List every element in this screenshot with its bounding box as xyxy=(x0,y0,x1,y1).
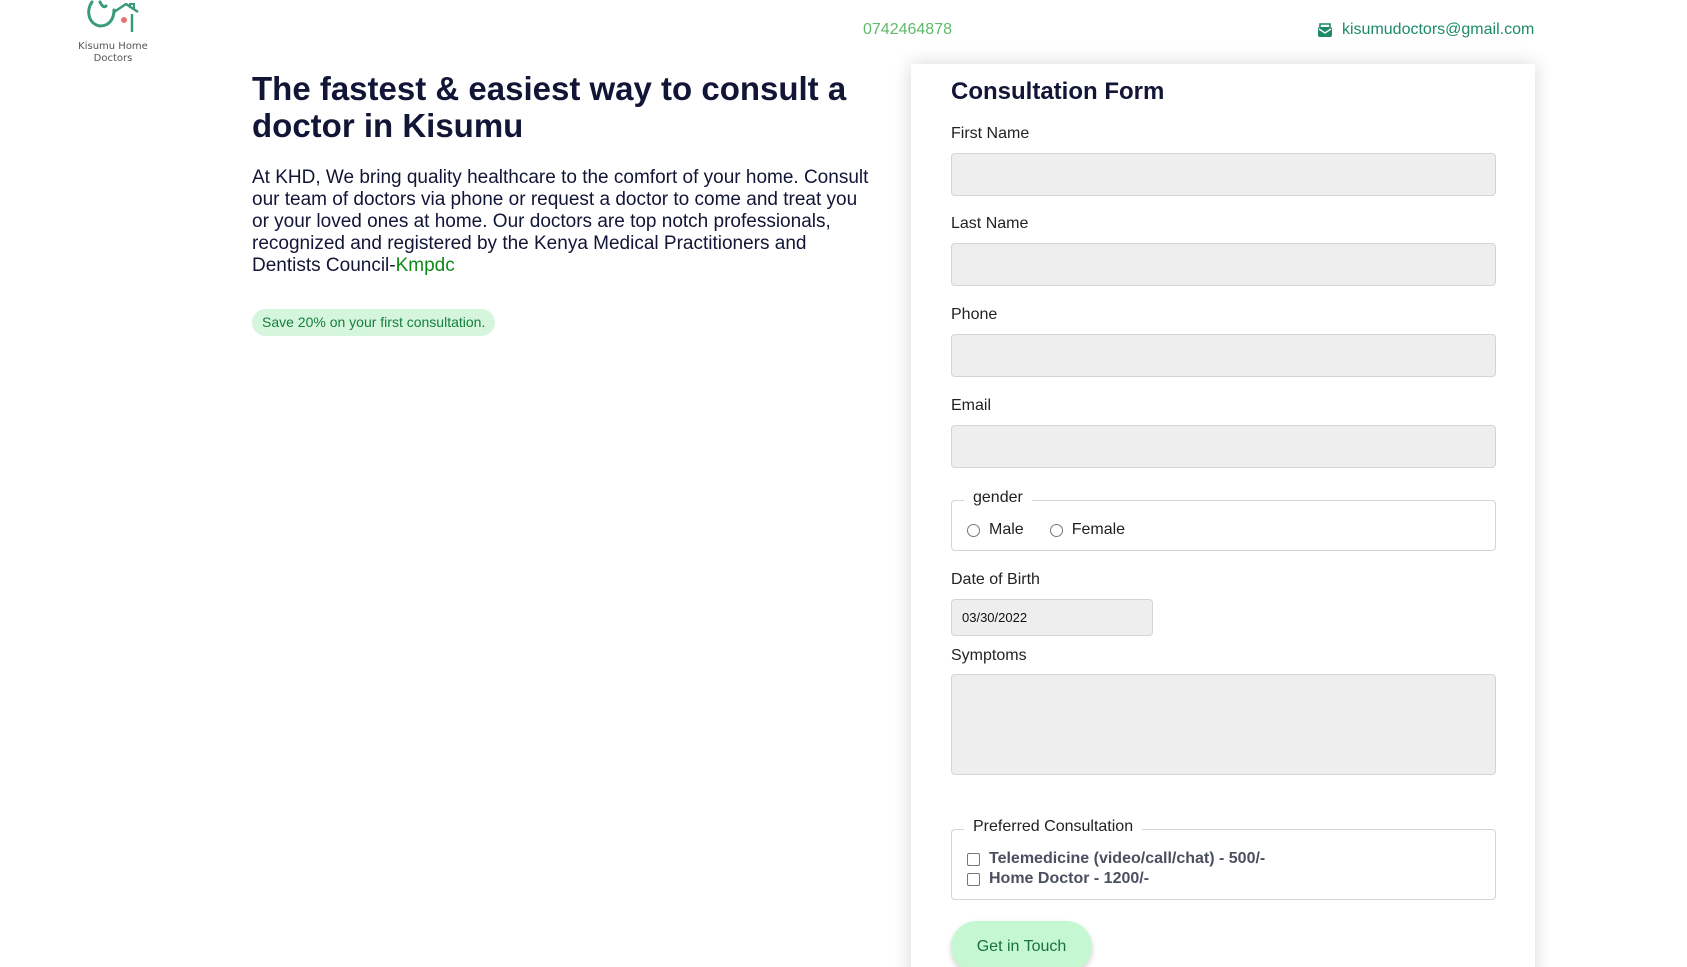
hero-title: The fastest & easiest way to consult a d… xyxy=(252,70,847,144)
envelope-icon xyxy=(1318,22,1332,37)
female-label[interactable]: Female xyxy=(1072,521,1125,539)
header-phone-link[interactable]: 0742464878 xyxy=(863,21,952,39)
consultation-fieldset: Preferred Consultation Telemedicine (vid… xyxy=(951,818,1496,900)
last-name-input[interactable] xyxy=(951,243,1496,286)
promo-badge: Save 20% on your first consultation. xyxy=(252,309,496,336)
logo-text: Kisumu Home Doctors xyxy=(70,41,156,65)
phone-input[interactable] xyxy=(951,334,1496,377)
gender-fieldset: gender Male Female xyxy=(951,489,1496,551)
dob-label: Date of Birth xyxy=(951,571,1040,588)
female-radio[interactable] xyxy=(1049,523,1063,537)
home-doctor-label[interactable]: Home Doctor - 1200/- xyxy=(989,870,1149,888)
email-label: Email xyxy=(951,397,992,414)
site-logo[interactable]: Kisumu Home Doctors xyxy=(70,0,156,66)
home-doctor-option[interactable]: Home Doctor - 1200/- xyxy=(967,870,1149,888)
header-email-link[interactable]: kisumudoctors@gmail.com xyxy=(1342,21,1534,39)
gender-legend: gender xyxy=(964,489,1032,507)
symptoms-label: Symptoms xyxy=(951,647,1027,664)
consultation-form-card: Consultation Form First Name Last Name P… xyxy=(911,64,1535,967)
home-doctor-checkbox[interactable] xyxy=(967,872,980,886)
symptoms-textarea[interactable] xyxy=(951,674,1496,775)
telemedicine-checkbox[interactable] xyxy=(967,852,980,866)
email-input[interactable] xyxy=(951,425,1496,468)
dob-input[interactable]: 03/30/2022 xyxy=(951,599,1153,636)
logo-text-line1: Kisumu Home xyxy=(78,41,148,52)
last-name-label: Last Name xyxy=(951,215,1029,232)
form-title: Consultation Form xyxy=(951,78,1165,105)
gender-options: Male Female xyxy=(967,521,1125,539)
male-radio[interactable] xyxy=(967,523,980,537)
telemedicine-label[interactable]: Telemedicine (video/call/chat) - 500/- xyxy=(989,850,1265,868)
get-in-touch-button[interactable]: Get in Touch xyxy=(951,921,1092,967)
hero-description: At KHD, We bring quality healthcare to t… xyxy=(252,167,877,277)
phone-label: Phone xyxy=(951,306,998,323)
header-email[interactable]: kisumudoctors@gmail.com xyxy=(1317,21,1534,39)
kmpdc-link[interactable]: Kmpdc xyxy=(396,255,455,276)
first-name-label: First Name xyxy=(951,125,1030,142)
stethoscope-house-icon xyxy=(87,0,139,32)
male-label[interactable]: Male xyxy=(989,521,1024,539)
telemedicine-option[interactable]: Telemedicine (video/call/chat) - 500/- xyxy=(967,850,1265,868)
consultation-legend: Preferred Consultation xyxy=(964,818,1143,836)
hero-description-text: At KHD, We bring quality healthcare to t… xyxy=(252,167,869,276)
logo-text-line2: Doctors xyxy=(93,53,133,64)
first-name-input[interactable] xyxy=(951,153,1496,196)
